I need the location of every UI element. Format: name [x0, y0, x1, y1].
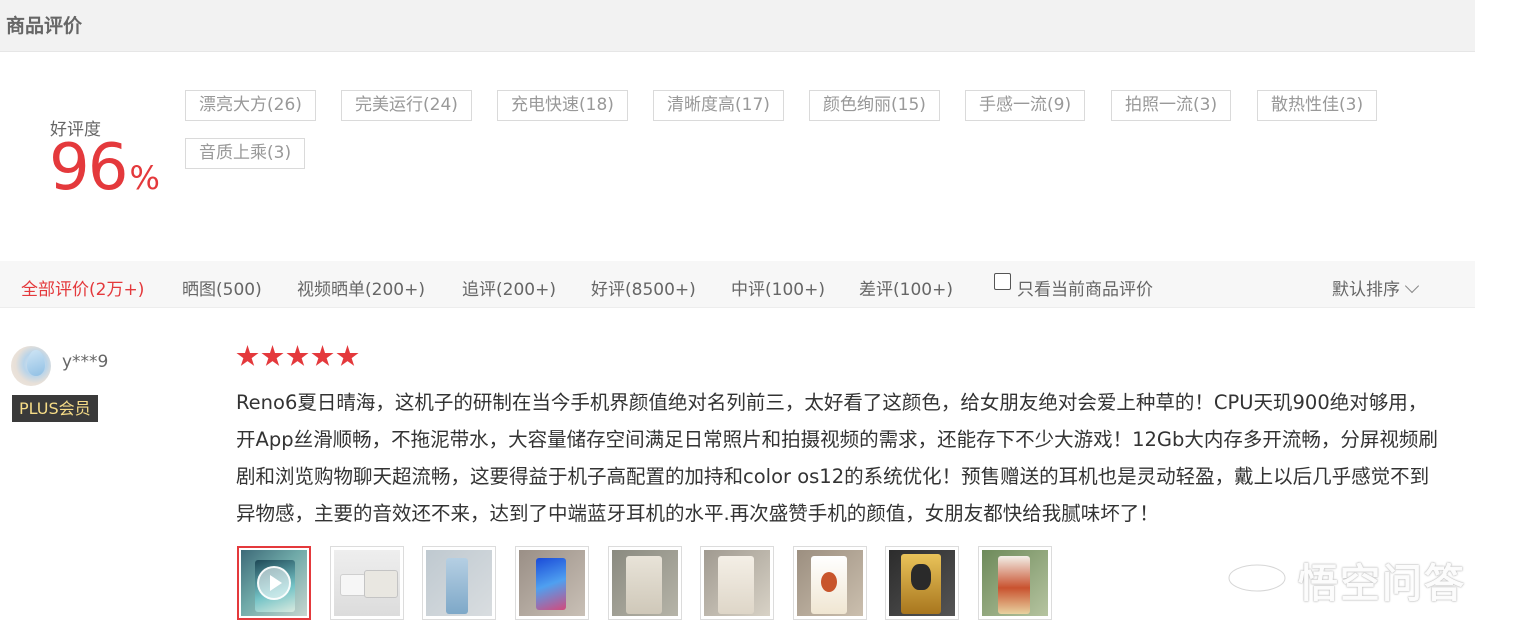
tab-photos[interactable]: 晒图(500) — [182, 275, 262, 300]
tab-negative[interactable]: 差评(100+) — [859, 275, 953, 300]
wukong-logo-icon — [1227, 563, 1287, 593]
review-thumbnail[interactable] — [885, 546, 959, 620]
avatar — [11, 346, 51, 386]
tab-all-reviews[interactable]: 全部评价(2万+) — [21, 275, 144, 300]
rating-unit: % — [129, 159, 160, 197]
review-thumbnail[interactable] — [515, 546, 589, 620]
username: y***9 — [62, 352, 109, 372]
tag-chip[interactable]: 完美运行(24) — [341, 90, 472, 121]
tag-chip[interactable]: 散热性佳(3) — [1257, 90, 1378, 121]
tab-neutral[interactable]: 中评(100+) — [731, 275, 825, 300]
sort-dropdown[interactable]: 默认排序 — [1332, 275, 1420, 300]
review-thumbnail-video[interactable] — [237, 546, 311, 620]
star-icon — [236, 345, 259, 366]
watermark-text: 悟空问答 — [1298, 561, 1466, 607]
tag-chip[interactable]: 颜色绚丽(15) — [809, 90, 940, 121]
filter-bar: 全部评价(2万+) 晒图(500) 视频晒单(200+) 追评(200+) 好评… — [0, 261, 1475, 308]
star-icon — [336, 345, 359, 366]
tag-chip[interactable]: 清晰度高(17) — [653, 90, 784, 121]
tab-videos[interactable]: 视频晒单(200+) — [297, 275, 425, 300]
section-title: 商品评价 — [6, 15, 83, 37]
tag-chip[interactable]: 手感一流(9) — [965, 90, 1086, 121]
star-icon — [261, 345, 284, 366]
section-header: 商品评价 — [0, 0, 1475, 52]
only-current-label[interactable]: 只看当前商品评价 — [1017, 275, 1153, 300]
plus-member-badge: PLUS会员 — [12, 395, 98, 422]
rating-number: 96 — [49, 131, 128, 205]
play-icon — [257, 566, 291, 600]
tag-chip[interactable]: 漂亮大方(26) — [185, 90, 316, 121]
star-icon — [286, 345, 309, 366]
star-rating — [236, 345, 361, 369]
tag-chip[interactable]: 拍照一流(3) — [1111, 90, 1232, 121]
tab-positive[interactable]: 好评(8500+) — [591, 275, 696, 300]
review-thumbnail[interactable] — [330, 546, 404, 620]
tag-chip[interactable]: 音质上乘(3) — [185, 138, 306, 169]
water-drop-icon — [27, 350, 45, 376]
only-current-checkbox[interactable] — [994, 273, 1011, 290]
review-thumbnail[interactable] — [422, 546, 496, 620]
sort-label: 默认排序 — [1332, 280, 1400, 300]
review-thumbnail[interactable] — [700, 546, 774, 620]
review-thumbnail[interactable] — [608, 546, 682, 620]
star-icon — [311, 345, 334, 366]
tab-follow-up[interactable]: 追评(200+) — [462, 275, 556, 300]
review-thumbnail[interactable] — [978, 546, 1052, 620]
review-text: Reno6夏日晴海，这机子的研制在当今手机界颜值绝对名列前三，太好看了这颜色，给… — [236, 391, 1438, 525]
rating-value: 96% — [49, 136, 160, 200]
review-thumbnail[interactable] — [793, 546, 867, 620]
tag-chip[interactable]: 充电快速(18) — [497, 90, 628, 121]
chevron-down-icon — [1404, 278, 1420, 294]
